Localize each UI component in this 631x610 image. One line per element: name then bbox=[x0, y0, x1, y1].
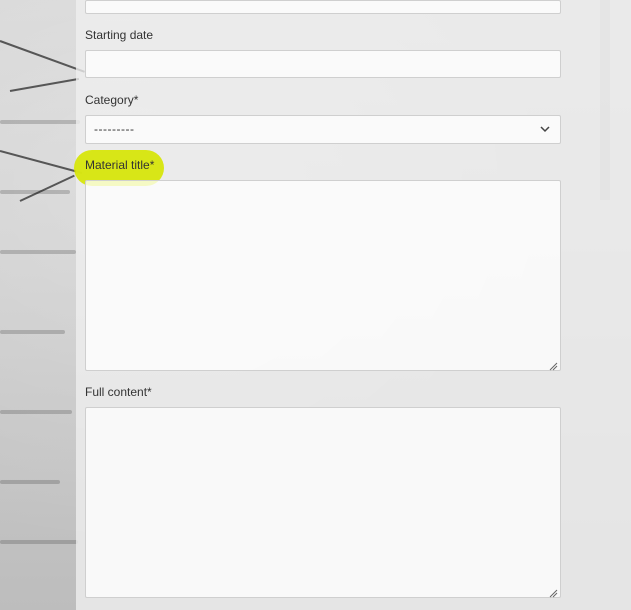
tree-branch bbox=[19, 174, 75, 202]
water-stripe bbox=[0, 250, 76, 254]
tree-branch bbox=[0, 40, 85, 73]
material-title-label: Material title* bbox=[85, 158, 155, 172]
water-stripe bbox=[0, 120, 80, 124]
material-title-textarea[interactable] bbox=[85, 180, 561, 371]
water-stripe bbox=[0, 540, 78, 544]
tree-branch bbox=[9, 77, 80, 92]
starting-date-label: Starting date bbox=[85, 28, 154, 42]
resize-handle-icon[interactable] bbox=[548, 585, 558, 598]
category-select[interactable]: --------- bbox=[85, 115, 561, 144]
water-stripe bbox=[0, 480, 60, 484]
tree-branch bbox=[0, 150, 83, 174]
previous-input-field[interactable] bbox=[85, 0, 561, 14]
water-stripe bbox=[0, 410, 72, 414]
starting-date-input[interactable] bbox=[85, 50, 561, 78]
resize-handle-icon[interactable] bbox=[548, 358, 558, 371]
full-content-textarea[interactable] bbox=[85, 407, 561, 598]
chevron-down-icon bbox=[538, 122, 552, 136]
water-stripe bbox=[0, 330, 65, 334]
category-selected-value: --------- bbox=[94, 122, 135, 136]
full-content-label: Full content* bbox=[85, 385, 152, 399]
category-label: Category* bbox=[85, 93, 139, 107]
